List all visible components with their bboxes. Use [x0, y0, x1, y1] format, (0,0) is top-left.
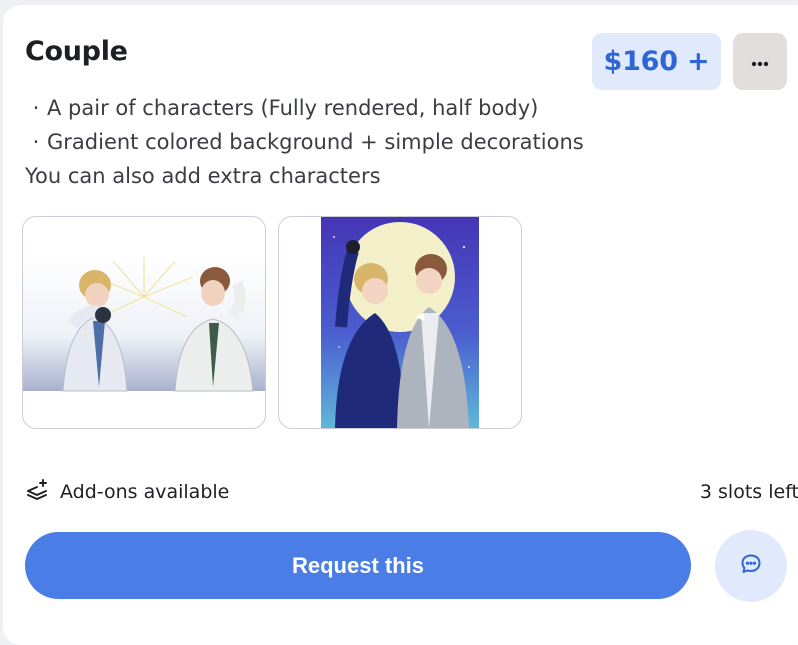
price-badge: $160 +	[592, 33, 721, 90]
more-horizontal-icon	[751, 52, 769, 71]
commission-card: Couple $160 + · A pair of characters (Fu…	[3, 5, 798, 645]
description: · A pair of characters (Fully rendered, …	[25, 91, 625, 193]
more-options-button[interactable]	[733, 33, 787, 90]
description-bullet: · A pair of characters (Fully rendered, …	[25, 91, 625, 125]
addons-label: Add-ons available	[60, 481, 230, 503]
bullet-dot: ·	[32, 96, 40, 120]
bullet-dot: ·	[32, 130, 40, 154]
addons-indicator: Add-ons available	[25, 478, 230, 506]
description-note: You can also add extra characters	[25, 164, 381, 188]
chat-bubble-icon	[739, 552, 763, 580]
bullet-text: Gradient colored background + simple dec…	[47, 130, 584, 154]
chat-button[interactable]	[715, 530, 787, 602]
layers-plus-icon	[25, 478, 49, 506]
gallery-image-1[interactable]	[22, 216, 266, 429]
slots-remaining: 3 slots left	[699, 481, 798, 503]
card-title: Couple	[25, 36, 128, 67]
bullet-text: A pair of characters (Fully rendered, ha…	[47, 96, 539, 120]
description-bullet: · Gradient colored background + simple d…	[25, 125, 625, 159]
request-button[interactable]: Request this	[25, 532, 691, 599]
gallery-image-2[interactable]	[278, 216, 522, 429]
